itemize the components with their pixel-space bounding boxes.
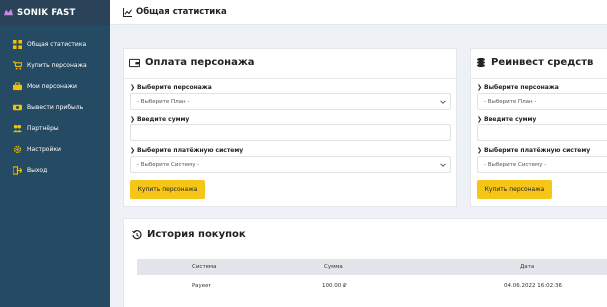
cart-icon: [12, 61, 22, 71]
sidebar-item-statistics[interactable]: Общая статистика: [0, 34, 110, 55]
withdraw-icon: [12, 103, 22, 113]
character-label: ❯ Выберите персонажа: [130, 84, 212, 91]
divider: [471, 78, 607, 79]
reinvest-amount-input[interactable]: [477, 124, 607, 141]
payment-title-text: Оплата персонажа: [145, 57, 255, 68]
reinvest-character-label-text: Выберите персонажа: [484, 84, 559, 91]
reinvest-character-label: ❯ Выберите персонажа: [477, 84, 559, 91]
sidebar-item-label: Купить персонажа: [27, 62, 87, 69]
table-header: Система Сумма Дата: [137, 259, 607, 275]
sidebar-item-partners[interactable]: Партнёры: [0, 118, 110, 139]
system-select-value: - Выберите Систему -: [137, 161, 200, 168]
reinvest-character-select[interactable]: - Выберите План -: [477, 93, 607, 110]
partners-icon: [12, 124, 22, 134]
history-card-title: История покупок: [132, 229, 246, 240]
row-system: Payeer: [192, 283, 211, 289]
reinvest-character-select-value: - Выберите План -: [484, 98, 537, 105]
payment-card: Оплата персонажа ❯ Выберите персонажа - В…: [123, 48, 457, 207]
amount-input[interactable]: [130, 124, 451, 141]
reinvest-amount-label: ❯ Введите сумму: [477, 116, 537, 123]
dashboard-icon: [12, 40, 22, 50]
sidebar-item-my-characters[interactable]: Мои персонажи: [0, 76, 110, 97]
history-icon: [132, 229, 142, 240]
wallet-icon: [129, 58, 140, 68]
chevron-down-icon: [440, 100, 446, 104]
sidebar-item-settings[interactable]: Настройки: [0, 139, 110, 160]
amount-label-text: Введите сумму: [137, 116, 190, 123]
reinvest-buy-button[interactable]: Купить персонажа: [477, 180, 552, 199]
logout-icon: [12, 166, 22, 176]
divider: [124, 78, 456, 79]
sidebar-item-label: Вывести прибыль: [27, 104, 84, 111]
chart-line-icon: [123, 7, 132, 17]
column-header-amount: Сумма: [324, 264, 343, 270]
character-select-value: - Выберите План -: [137, 98, 190, 105]
reinvest-system-label-text: Выберите платёжную систему: [484, 147, 591, 154]
history-title-text: История покупок: [147, 229, 246, 240]
reinvest-card-title: Реинвест средств: [476, 57, 593, 68]
buy-character-button[interactable]: Купить персонажа: [130, 180, 205, 199]
sidebar-item-label: Партнёры: [27, 125, 59, 132]
brand[interactable]: SONIK FAST: [0, 0, 110, 25]
reinvest-title-text: Реинвест средств: [491, 57, 594, 68]
top-bar: Общая статистика: [110, 0, 607, 25]
reinvest-system-select-value: - Выберите Систему -: [484, 161, 547, 168]
settings-icon: [12, 145, 22, 155]
sidebar-item-buy-character[interactable]: Купить персонажа: [0, 55, 110, 76]
character-select[interactable]: - Выберите План -: [130, 93, 451, 110]
reinvest-amount-label-text: Введите сумму: [484, 116, 537, 123]
reinvest-system-select[interactable]: - Выберите Систему -: [477, 156, 607, 173]
page-title: Общая статистика: [136, 7, 227, 17]
reinvest-card: Реинвест средств ❯ Выберите персонажа - В…: [470, 48, 607, 207]
purchase-history-card: История покупок Система Сумма Дата Payee…: [123, 218, 607, 307]
sidebar-item-label: Мои персонажи: [27, 83, 77, 90]
character-label-text: Выберите персонажа: [137, 84, 212, 91]
brand-name: SONIK FAST: [17, 7, 76, 18]
chevron-down-icon: [440, 163, 446, 167]
amount-label: ❯ Введите сумму: [130, 116, 190, 123]
table-row: Payeer 100.00 ₽ 04.06.2022 16:02:36: [137, 276, 607, 296]
sidebar-item-label: Выход: [27, 167, 48, 174]
row-amount: 100.00 ₽: [322, 283, 347, 289]
column-header-system: Система: [192, 264, 217, 270]
system-label: ❯ Выберите платёжную систему: [130, 147, 244, 154]
row-date: 04.06.2022 16:02:36: [504, 283, 562, 289]
sidebar-item-label: Общая статистика: [27, 41, 87, 48]
sidebar-item-withdraw[interactable]: Вывести прибыль: [0, 97, 110, 118]
coins-icon: [476, 57, 486, 68]
sidebar-nav: Общая статистика Купить персонажа Мои пе…: [0, 34, 110, 181]
sidebar-item-label: Настройки: [27, 146, 61, 153]
payment-card-title: Оплата персонажа: [129, 57, 255, 68]
system-select[interactable]: - Выберите Систему -: [130, 156, 451, 173]
logo-icon: [4, 8, 13, 16]
characters-icon: [12, 82, 22, 92]
sidebar-item-logout[interactable]: Выход: [0, 160, 110, 181]
sidebar: SONIK FAST Общая статистика Купить персо…: [0, 0, 110, 307]
column-header-date: Дата: [520, 264, 535, 270]
reinvest-system-label: ❯ Выберите платёжную систему: [477, 147, 591, 154]
system-label-text: Выберите платёжную систему: [137, 147, 244, 154]
